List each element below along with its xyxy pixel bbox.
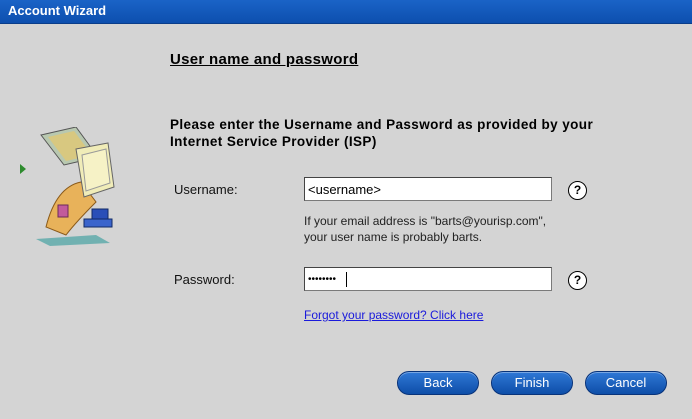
password-input[interactable] xyxy=(304,267,552,291)
wizard-dialog: User name and password Please enter the … xyxy=(0,24,692,419)
finish-button[interactable]: Finish xyxy=(491,371,573,395)
username-hint-line-2: your user name is probably barts. xyxy=(304,230,483,244)
cancel-button[interactable]: Cancel xyxy=(585,371,667,395)
computer-setup-illustration xyxy=(36,127,115,246)
username-input[interactable] xyxy=(304,177,552,201)
password-label: Password: xyxy=(174,272,235,287)
green-caret-icon xyxy=(20,164,26,174)
username-label: Username: xyxy=(174,182,238,197)
username-hint: If your email address is "barts@yourisp.… xyxy=(304,213,604,245)
title-bar: Account Wizard xyxy=(0,0,692,24)
window-title: Account Wizard xyxy=(8,3,107,18)
back-button[interactable]: Back xyxy=(397,371,479,395)
username-help-icon[interactable]: ? xyxy=(568,181,587,200)
page-heading: User name and password xyxy=(170,51,359,68)
username-hint-line-1: If your email address is "barts@yourisp.… xyxy=(304,214,547,228)
password-help-icon[interactable]: ? xyxy=(568,271,587,290)
text-cursor xyxy=(346,272,347,287)
intro-text: Please enter the Username and Password a… xyxy=(170,117,594,149)
forgot-password-link[interactable]: Forgot your password? Click here xyxy=(304,308,483,322)
